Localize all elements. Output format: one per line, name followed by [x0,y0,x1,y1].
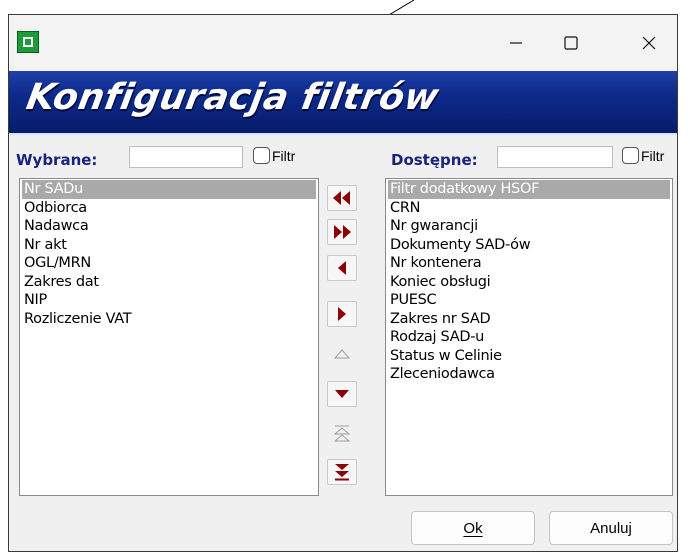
cancel-button-label: Anuluj [590,519,632,537]
move-all-right-icon [334,225,351,239]
minimize-button[interactable] [494,25,538,61]
list-item[interactable]: CRN [388,199,670,218]
list-item[interactable]: Zleceniodawca [388,365,670,384]
move-to-top-button[interactable] [327,421,357,447]
move-to-top-icon [334,425,350,442]
checkbox-box[interactable] [253,147,270,164]
selected-filter-checkbox[interactable]: Filtr [253,147,295,164]
move-all-right-button[interactable] [327,219,357,245]
move-up-button[interactable] [327,341,357,367]
list-item[interactable]: Nadawca [22,217,316,236]
filter-checkbox-label: Filtr [641,147,665,164]
list-item[interactable]: Odbiorca [22,199,316,218]
list-item[interactable]: OGL/MRN [22,254,316,273]
close-icon [642,36,656,50]
maximize-button[interactable] [549,25,593,61]
move-left-icon [338,261,346,275]
available-filter-checkbox[interactable]: Filtr [622,147,664,164]
list-item[interactable]: Nr kontenera [388,254,670,273]
list-item[interactable]: Koniec obsługi [388,273,670,292]
list-item[interactable]: NIP [22,291,316,310]
available-search-input[interactable] [497,146,613,168]
checkbox-box[interactable] [622,147,639,164]
filter-checkbox-label: Filtr [272,147,296,164]
list-item[interactable]: Dokumenty SAD-ów [388,236,670,255]
list-item[interactable]: Nr akt [22,236,316,255]
maximize-icon [564,36,578,50]
header-banner: Konfiguracja filtrów [9,71,677,135]
move-down-icon [335,390,349,398]
list-item[interactable]: Nr SADu [22,180,316,199]
selected-list[interactable]: Nr SADu Odbiorca Nadawca Nr akt OGL/MRN … [19,178,319,496]
selected-search-input[interactable] [129,146,243,168]
move-down-button[interactable] [327,381,357,407]
move-right-icon [338,307,346,321]
list-item[interactable]: Zakres nr SAD [388,310,670,329]
move-all-left-button[interactable] [327,185,357,211]
selected-label: Wybrane: [16,151,98,169]
app-icon [17,31,39,53]
minimize-icon [510,42,522,44]
cancel-button[interactable]: Anuluj [549,511,673,545]
move-to-bottom-button[interactable] [327,459,357,485]
move-left-button[interactable] [327,255,357,281]
ok-button[interactable]: Ok [411,511,535,545]
move-all-left-icon [333,191,350,205]
title-bar [9,15,677,71]
banner-title: Konfiguracja filtrów [23,77,443,118]
move-up-icon [334,349,350,359]
list-item[interactable]: Rozliczenie VAT [22,310,316,329]
list-item[interactable]: Filtr dodatkowy HSOF [388,180,670,199]
list-item[interactable]: PUESC [388,291,670,310]
list-item[interactable]: Rodzaj SAD-u [388,328,670,347]
close-button[interactable] [627,25,671,61]
list-item[interactable]: Status w Celinie [388,347,670,366]
move-right-button[interactable] [327,301,357,327]
list-item[interactable]: Zakres dat [22,273,316,292]
ok-button-label: Ok [463,519,483,537]
list-item[interactable]: Nr gwarancji [388,217,670,236]
available-list[interactable]: Filtr dodatkowy HSOF CRN Nr gwarancji Do… [385,178,673,496]
available-label: Dostępne: [391,151,478,169]
move-to-bottom-icon [335,464,349,481]
dialog-window: Konfiguracja filtrów Wybrane: Filtr Dost… [8,14,678,552]
